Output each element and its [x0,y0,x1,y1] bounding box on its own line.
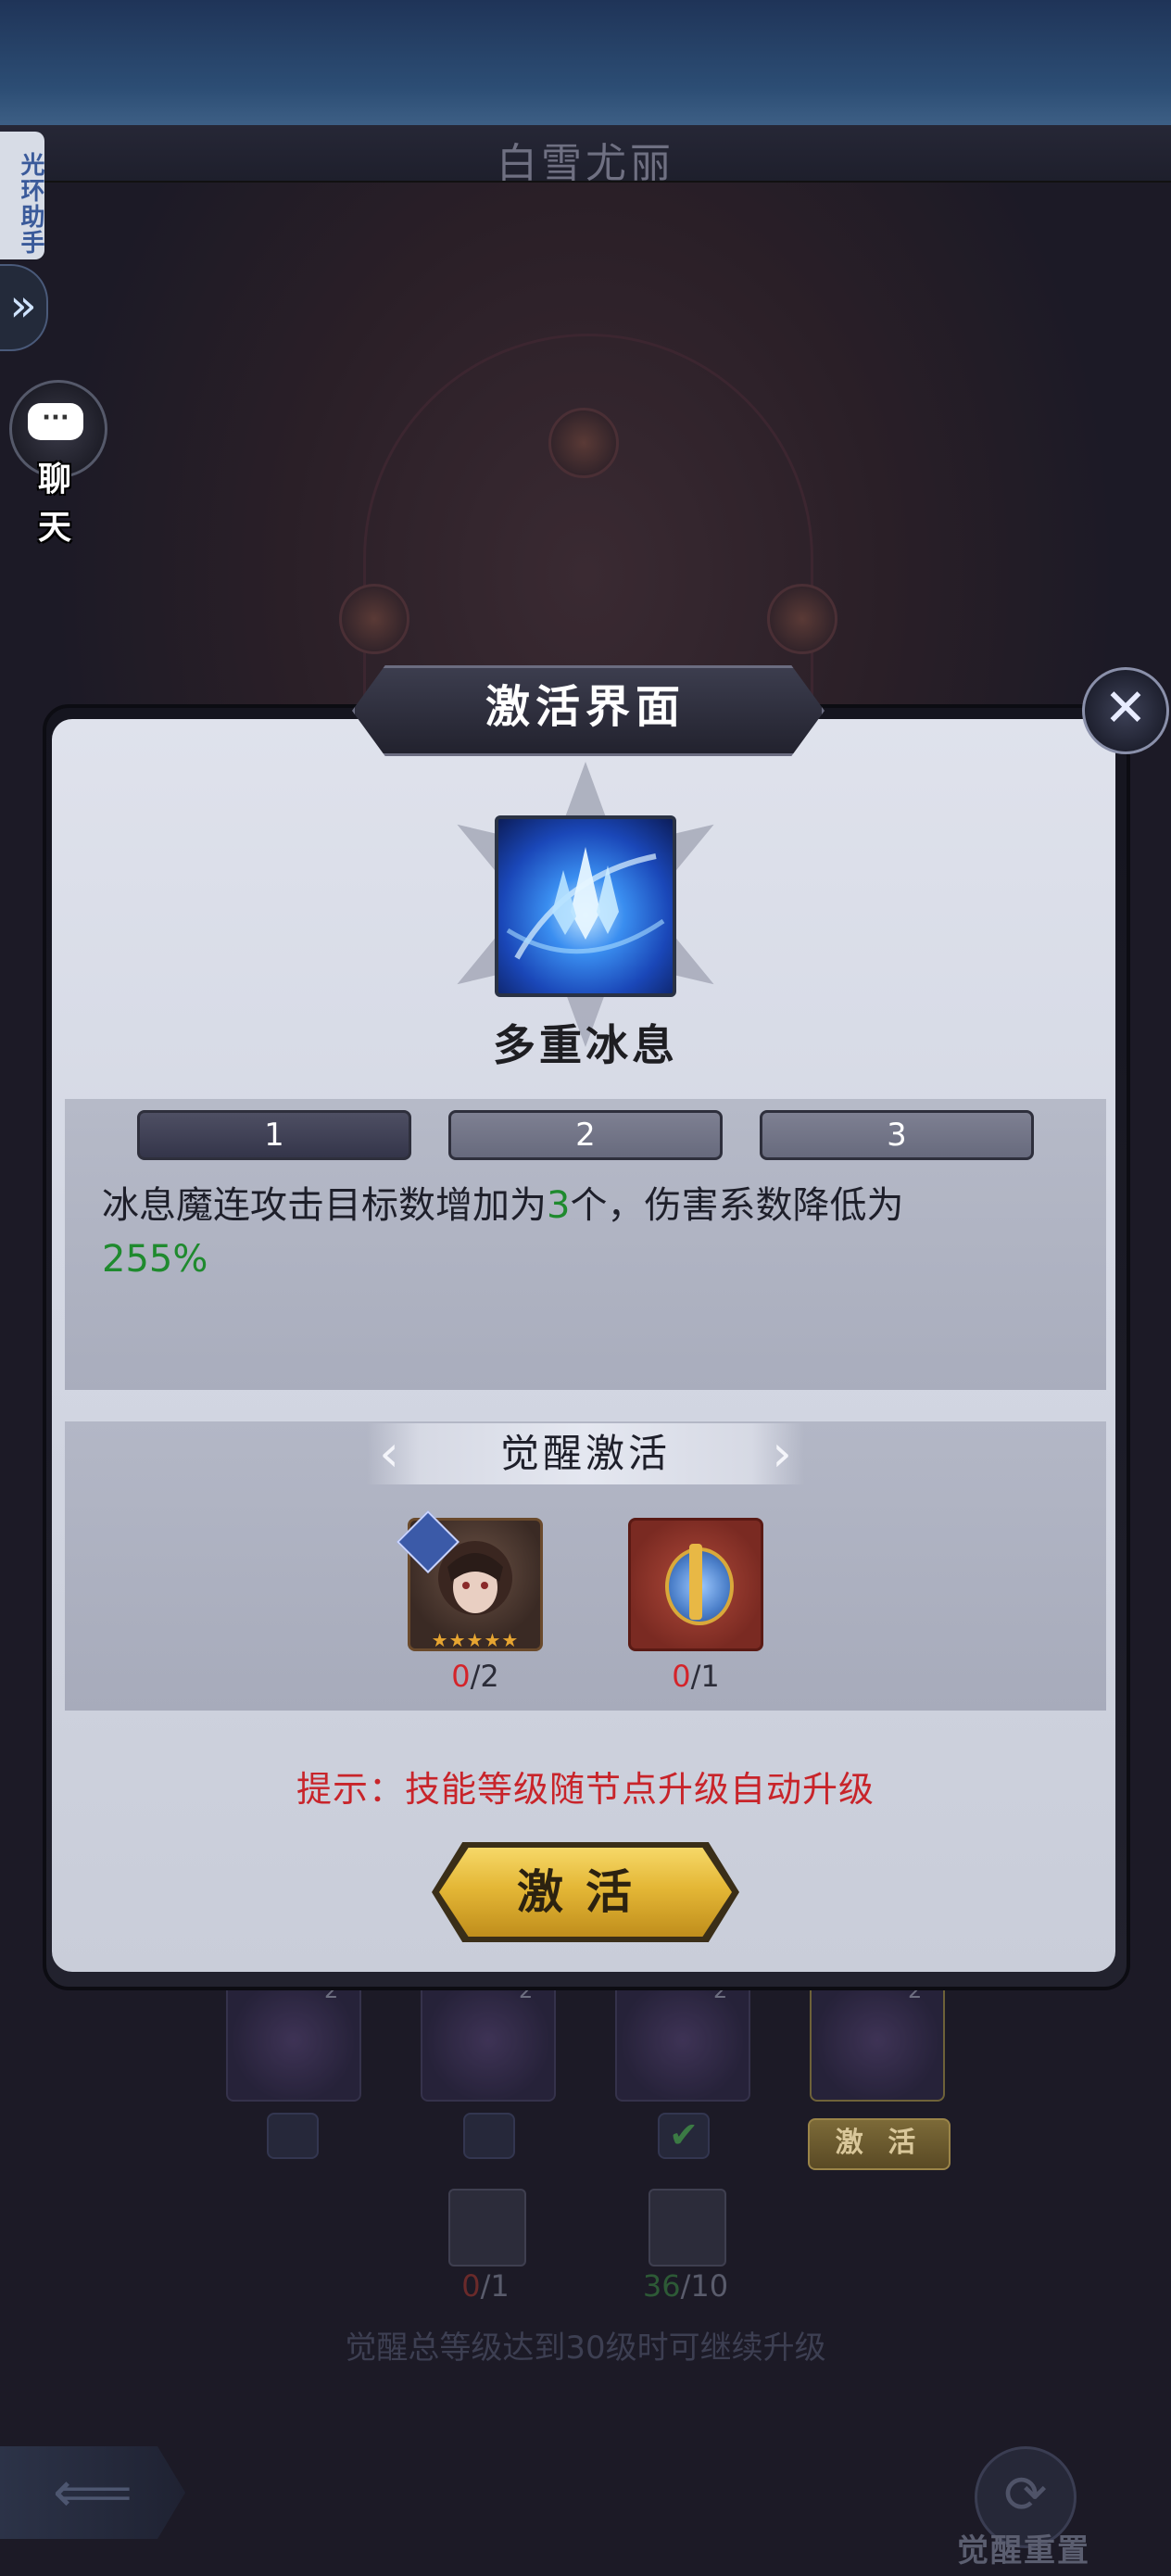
background-checkbox: ✔ [658,2113,710,2159]
level-tab-3[interactable]: 3 [760,1110,1034,1160]
background-eye-ornament [548,408,619,478]
dialog-title: 激活界面 [485,681,686,733]
awakening-title: 觉醒激活 [499,1431,671,1476]
ice-crystal-skill-icon [495,815,676,997]
reset-label: 觉醒重置 [957,2532,1090,2570]
activate-button[interactable]: 激活 [439,1848,732,1937]
close-icon[interactable]: ✕ [1082,667,1169,754]
background-checkbox [463,2113,515,2159]
hero-name: 白雪尤丽 [497,140,674,187]
chat-bubble-icon: ··· [28,403,83,440]
skill-name: 多重冰息 [493,1020,678,1070]
assistant-tab[interactable]: 光环助手 [0,132,44,259]
hint-text: 提示：技能等级随节点升级自动升级 [296,1769,875,1810]
background-skill-node [421,1979,556,2102]
background-material-count: 0/1 [461,2268,510,2304]
level-tab-1[interactable]: 1 [137,1110,411,1160]
background-eye-ornament [767,584,837,654]
rarity-stars-icon: ★★★★★ [431,1629,520,1651]
chat-label: 聊 天 [37,461,77,547]
background-skill-node [615,1979,750,2102]
background-eye-ornament [339,584,409,654]
background-checkbox [267,2113,319,2159]
background-hint: 觉醒总等级达到30级时可继续升级 [345,2330,826,2367]
material-count: 0/2 [451,1659,499,1694]
top-sky-decoration [0,0,1171,125]
background-skill-node [226,1979,361,2102]
material-count: 0/1 [672,1659,720,1694]
skill-description: 冰息魔连攻击目标数增加为3个，伤害系数降低为 255% [102,1184,904,1281]
back-arrow-icon: ⟸ [0,2446,185,2539]
medal-emblem-icon [689,1544,702,1620]
background-material-flower [648,2189,726,2267]
background-activate-button: 激 活 [808,2118,951,2170]
background-material-portrait [448,2189,526,2267]
background-material-count: 36/10 [642,2268,729,2304]
level-tab-2[interactable]: 2 [448,1110,723,1160]
background-skill-node [810,1979,945,2102]
